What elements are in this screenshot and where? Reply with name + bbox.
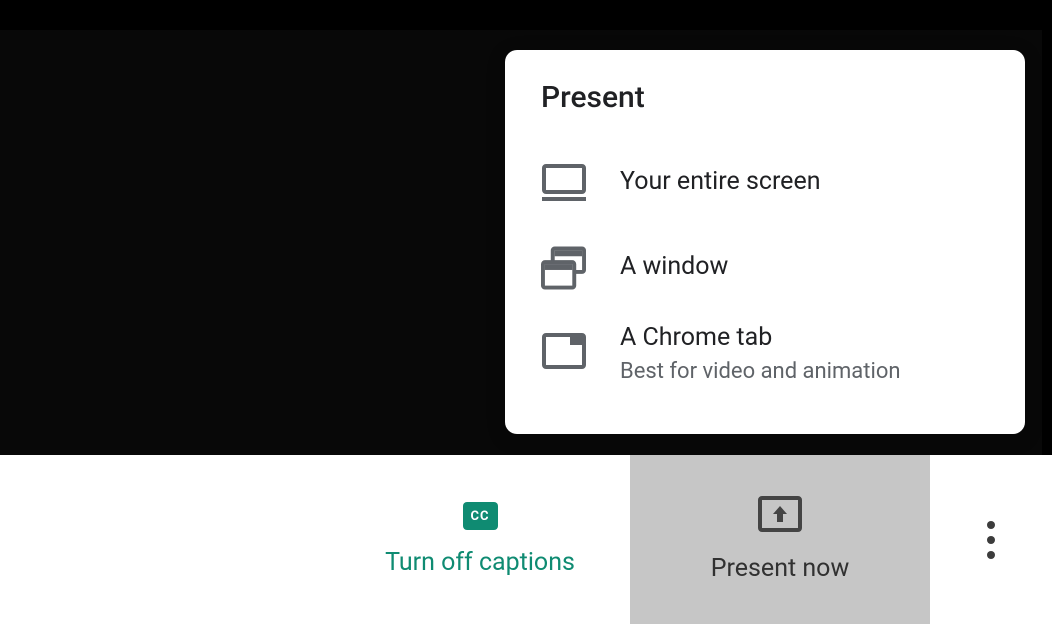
window-stack-icon (541, 245, 586, 290)
menu-item-label: A window (620, 251, 728, 284)
captions-button-label: Turn off captions (385, 548, 575, 577)
present-to-screen-icon (758, 496, 802, 536)
present-option-chrome-tab[interactable]: A Chrome tab Best for video and animatio… (505, 310, 1025, 404)
right-border (1042, 0, 1052, 455)
menu-item-label: Your entire screen (620, 166, 821, 199)
bottom-toolbar: CC Turn off captions Present now (0, 455, 1052, 624)
present-menu: Present Your entire screen A window (505, 50, 1025, 434)
present-now-button[interactable]: Present now (630, 455, 930, 624)
closed-captions-icon: CC (463, 502, 498, 530)
menu-item-label: A Chrome tab (620, 322, 901, 355)
turn-off-captions-button[interactable]: CC Turn off captions (330, 455, 630, 624)
present-option-entire-screen[interactable]: Your entire screen (505, 140, 1025, 225)
toolbar-spacer (0, 455, 330, 624)
menu-item-sublabel: Best for video and animation (620, 359, 901, 384)
present-option-window[interactable]: A window (505, 225, 1025, 310)
present-button-label: Present now (711, 554, 849, 583)
more-vertical-icon (987, 521, 995, 559)
monitor-icon (541, 160, 586, 205)
more-options-button[interactable] (930, 455, 1052, 624)
tab-icon (541, 328, 586, 373)
present-menu-title: Present (505, 70, 1025, 140)
window-top-bar (0, 0, 1052, 30)
